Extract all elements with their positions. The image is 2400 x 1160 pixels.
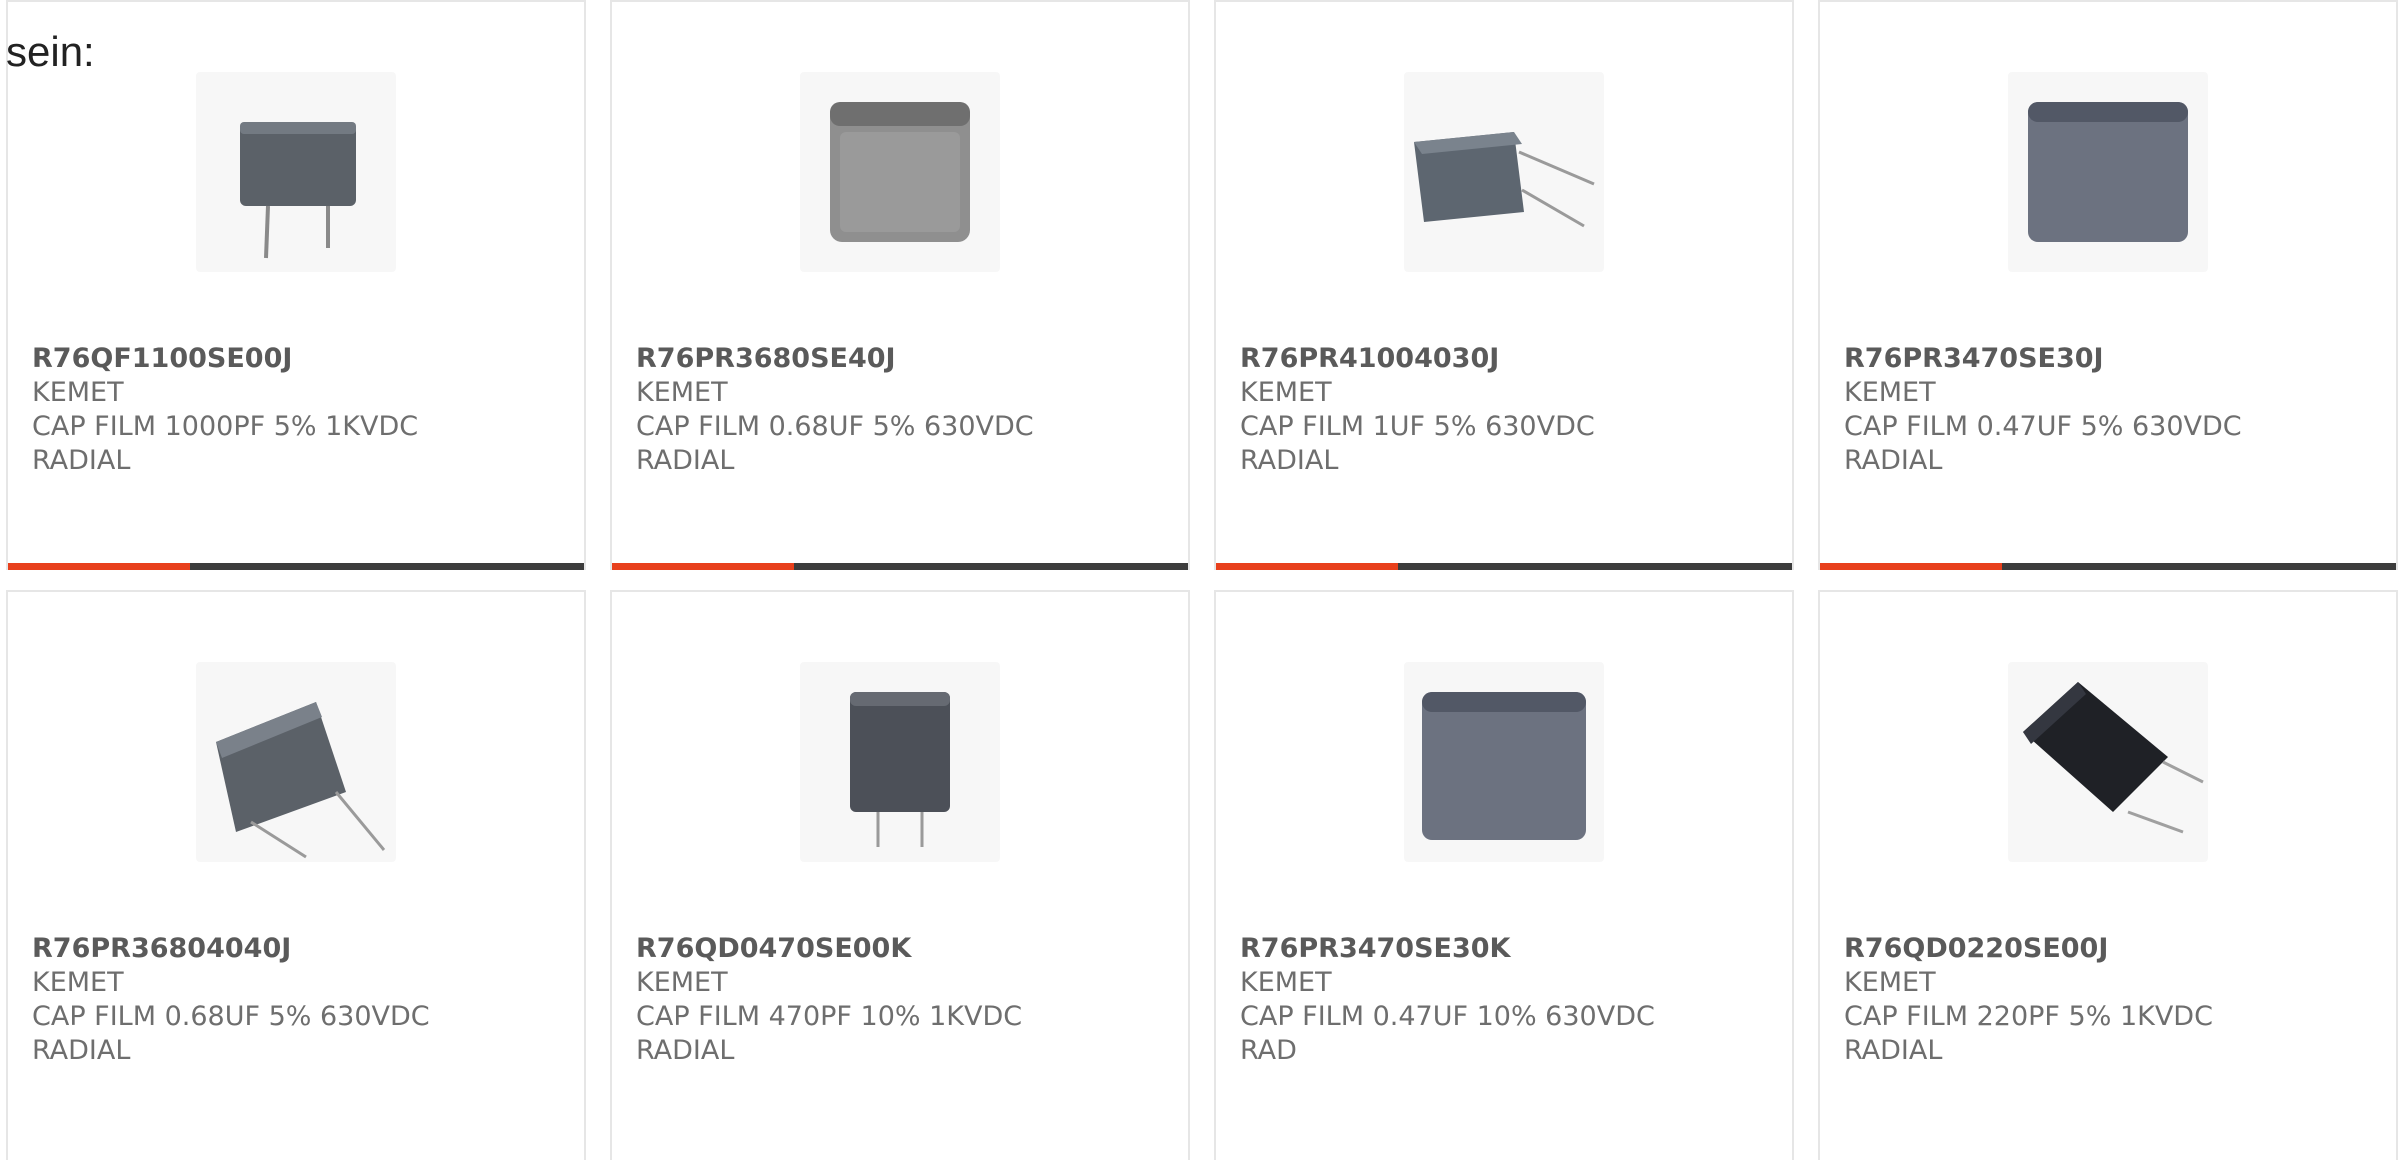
package: RADIAL [32,1035,131,1066]
card-footer-bar [1216,563,1792,570]
description: CAP FILM 0.47UF 10% 630VDC [1240,1001,1655,1032]
package: RADIAL [1844,445,1943,476]
manufacturer: KEMET [32,967,124,998]
part-number[interactable]: R76QF1100SE00J [32,342,572,376]
product-card[interactable]: R76PR3470SE30J KEMET CAP FILM 0.47UF 5% … [1818,0,2398,570]
film-capacitor-icon[interactable] [196,662,396,862]
film-capacitor-icon[interactable] [800,72,1000,272]
product-card[interactable]: R76QD0220SE00J KEMET CAP FILM 220PF 5% 1… [1818,590,2398,1160]
film-capacitor-icon[interactable] [1404,662,1604,862]
product-grid: R76QF1100SE00J KEMET CAP FILM 1000PF 5% … [6,0,2400,1160]
description: CAP FILM 1000PF 5% 1KVDC [32,411,419,442]
film-capacitor-icon[interactable] [196,72,396,272]
card-footer-bar [612,563,1188,570]
intro-text: sein: [6,28,95,75]
part-number[interactable]: R76PR41004030J [1240,342,1780,376]
card-accent [1216,563,1398,570]
description: CAP FILM 0.68UF 5% 630VDC [32,1001,430,1032]
product-card[interactable]: R76PR3470SE30K KEMET CAP FILM 0.47UF 10%… [1214,590,1794,1160]
description: CAP FILM 0.68UF 5% 630VDC [636,411,1034,442]
part-number[interactable]: R76PR3680SE40J [636,342,1176,376]
package: RADIAL [636,445,735,476]
manufacturer: KEMET [1844,377,1936,408]
manufacturer: KEMET [1240,967,1332,998]
manufacturer: KEMET [636,377,728,408]
description: CAP FILM 220PF 5% 1KVDC [1844,1001,2213,1032]
package: RADIAL [1240,445,1339,476]
manufacturer: KEMET [1844,967,1936,998]
description: CAP FILM 470PF 10% 1KVDC [636,1001,1023,1032]
package: RAD [1240,1035,1297,1066]
package: RADIAL [32,445,131,476]
manufacturer: KEMET [1240,377,1332,408]
description: CAP FILM 1UF 5% 630VDC [1240,411,1595,442]
card-accent [612,563,794,570]
manufacturer: KEMET [32,377,124,408]
card-accent [8,563,190,570]
part-number[interactable]: R76QD0220SE00J [1844,932,2384,966]
product-card[interactable]: R76PR41004030J KEMET CAP FILM 1UF 5% 630… [1214,0,1794,570]
product-card[interactable]: R76QD0470SE00K KEMET CAP FILM 470PF 10% … [610,590,1190,1160]
manufacturer: KEMET [636,967,728,998]
film-capacitor-icon[interactable] [2008,662,2208,862]
package: RADIAL [1844,1035,1943,1066]
description: CAP FILM 0.47UF 5% 630VDC [1844,411,2242,442]
card-accent [1820,563,2002,570]
film-capacitor-icon[interactable] [800,662,1000,862]
part-number[interactable]: R76PR3470SE30K [1240,932,1780,966]
product-card[interactable]: R76QF1100SE00J KEMET CAP FILM 1000PF 5% … [6,0,586,570]
package: RADIAL [636,1035,735,1066]
film-capacitor-icon[interactable] [2008,72,2208,272]
part-number[interactable]: R76QD0470SE00K [636,932,1176,966]
card-footer-bar [1820,563,2396,570]
part-number[interactable]: R76PR3470SE30J [1844,342,2384,376]
product-card[interactable]: R76PR3680SE40J KEMET CAP FILM 0.68UF 5% … [610,0,1190,570]
film-capacitor-icon[interactable] [1404,72,1604,272]
product-card[interactable]: R76PR36804040J KEMET CAP FILM 0.68UF 5% … [6,590,586,1160]
card-footer-bar [8,563,584,570]
part-number[interactable]: R76PR36804040J [32,932,572,966]
